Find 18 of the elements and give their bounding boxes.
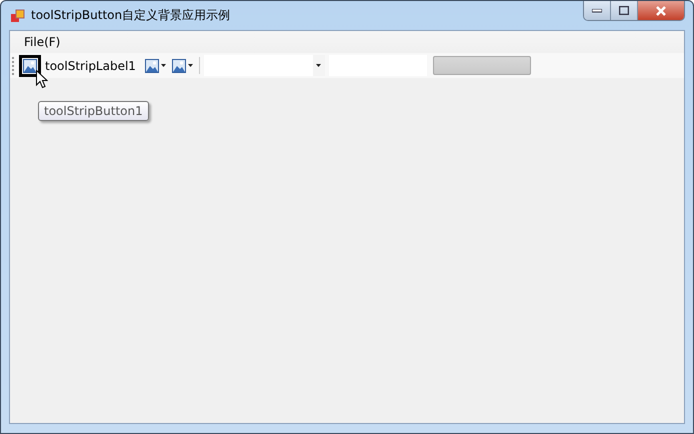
image-icon — [172, 58, 186, 72]
menu-item[interactable]: File(F) — [16, 33, 68, 51]
window-title: toolStripButton自定义背景应用示例 — [31, 7, 230, 24]
maximize-button[interactable] — [611, 1, 638, 20]
caret-icon — [316, 64, 322, 67]
image-icon — [23, 58, 37, 72]
tooltip: toolStripButton1 — [38, 101, 149, 121]
minimize-button[interactable] — [584, 1, 611, 20]
toolbar-label: toolStripLabel1 — [45, 58, 136, 72]
maximize-icon — [619, 6, 629, 15]
app-icon — [11, 8, 25, 22]
caret-icon — [160, 64, 166, 67]
close-button[interactable] — [638, 1, 684, 20]
caret-icon — [188, 64, 193, 67]
minimize-icon — [592, 8, 602, 12]
grip-icon[interactable] — [12, 56, 15, 76]
image-icon — [144, 58, 159, 72]
close-icon — [655, 6, 667, 16]
